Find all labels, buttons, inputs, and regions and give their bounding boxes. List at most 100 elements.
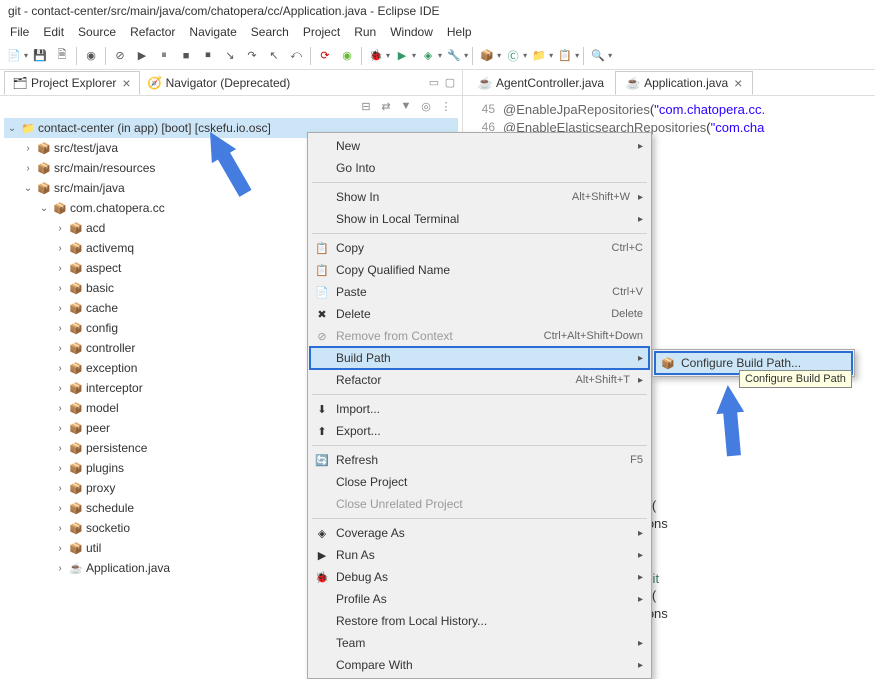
tab-application[interactable]: ☕ Application.java ×	[615, 71, 753, 95]
ctx-import-[interactable]: ⬇Import...	[310, 398, 649, 420]
menu-refactor[interactable]: Refactor	[124, 23, 181, 41]
relaunch-icon[interactable]: ⟳	[315, 46, 335, 66]
menu-source[interactable]: Source	[72, 23, 122, 41]
menu-edit[interactable]: Edit	[37, 23, 70, 41]
ctx-refactor[interactable]: RefactorAlt+Shift+T▸	[310, 369, 649, 391]
chevron-icon[interactable]: ›	[52, 443, 68, 454]
ctx-profile-as[interactable]: Profile As▸	[310, 588, 649, 610]
maximize-icon[interactable]: ▢	[442, 75, 458, 91]
skip-bp-icon[interactable]: ⊘	[110, 46, 130, 66]
save-all-icon[interactable]: 🗎	[52, 46, 72, 66]
stop-icon[interactable]: ■	[176, 46, 196, 66]
pkg-icon: 📦	[68, 321, 84, 335]
close-icon[interactable]: ×	[122, 75, 130, 91]
step-into-icon[interactable]: ↘	[220, 46, 240, 66]
main-toolbar: 📄▾ 💾 🗎 ◉ ⊘ ▶ ⏸ ■ ⏹ ↘ ↷ ↖ ⤺ ⟳ ◉ 🐞▾ ▶▾ ◈▾ …	[0, 42, 875, 70]
coverage-icon[interactable]: ◈	[418, 46, 438, 66]
ctx-close-project[interactable]: Close Project	[310, 471, 649, 493]
ctx-restore-from-local-history-[interactable]: Restore from Local History...	[310, 610, 649, 632]
run-icon[interactable]: ▶	[392, 46, 412, 66]
ctx-debug-as[interactable]: 🐞Debug As▸	[310, 566, 649, 588]
navigator-icon: 🧭	[148, 76, 162, 90]
chevron-icon[interactable]: ›	[52, 303, 68, 314]
drop-frame-icon[interactable]: ⤺	[286, 46, 306, 66]
resume-icon[interactable]: ▶	[132, 46, 152, 66]
new-class-icon[interactable]: Ⓒ	[503, 46, 523, 66]
ctx-team[interactable]: Team▸	[310, 632, 649, 654]
pause-icon[interactable]: ⏸	[154, 46, 174, 66]
tab-navigator[interactable]: 🧭 Navigator (Deprecated)	[140, 73, 299, 93]
java-icon: ☕	[68, 561, 84, 575]
chevron-icon[interactable]: ›	[52, 263, 68, 274]
ctx-refresh[interactable]: 🔄RefreshF5	[310, 449, 649, 471]
step-return-icon[interactable]: ↖	[264, 46, 284, 66]
chevron-icon[interactable]: ›	[52, 523, 68, 534]
ctx-coverage-as[interactable]: ◈Coverage As▸	[310, 522, 649, 544]
tab-project-explorer[interactable]: 🗂 Project Explorer ×	[4, 71, 140, 95]
ctx-compare-with[interactable]: Compare With▸	[310, 654, 649, 676]
step-over-icon[interactable]: ↷	[242, 46, 262, 66]
chevron-icon[interactable]: ›	[20, 143, 36, 154]
disconnect-icon[interactable]: ⏹	[198, 46, 218, 66]
ctx-copy-qualified-name[interactable]: 📋Copy Qualified Name	[310, 259, 649, 281]
search-icon[interactable]: 🔍	[588, 46, 608, 66]
menu-run[interactable]: Run	[348, 23, 382, 41]
ext-tools-icon[interactable]: 🔧	[444, 46, 464, 66]
new-folder-icon[interactable]: 📁	[529, 46, 549, 66]
chevron-right-icon: ▸	[638, 660, 643, 671]
chevron-right-icon: ▸	[638, 528, 643, 539]
chevron-icon[interactable]: ⌄	[20, 183, 36, 194]
focus-icon[interactable]: ◎	[418, 98, 434, 114]
menu-file[interactable]: File	[4, 23, 35, 41]
ctx-copy[interactable]: 📋CopyCtrl+C	[310, 237, 649, 259]
chevron-icon[interactable]: ›	[52, 243, 68, 254]
chevron-icon[interactable]: ›	[52, 423, 68, 434]
open-type-icon[interactable]: ◉	[81, 46, 101, 66]
menu-window[interactable]: Window	[384, 23, 439, 41]
open-task-icon[interactable]: 📋	[555, 46, 575, 66]
link-editor-icon[interactable]: ⇄	[378, 98, 394, 114]
chevron-icon[interactable]: ›	[52, 503, 68, 514]
chevron-icon[interactable]: ›	[52, 563, 68, 574]
ctx-export-[interactable]: ⬆Export...	[310, 420, 649, 442]
ctx-delete[interactable]: ✖DeleteDelete	[310, 303, 649, 325]
ctx-go-into[interactable]: Go Into	[310, 157, 649, 179]
chevron-icon[interactable]: ›	[52, 463, 68, 474]
chevron-icon[interactable]: ›	[52, 343, 68, 354]
chevron-icon[interactable]: ⌄	[36, 203, 52, 214]
collapse-all-icon[interactable]: ⊟	[358, 98, 374, 114]
menu-help[interactable]: Help	[441, 23, 478, 41]
chevron-icon[interactable]: ›	[52, 323, 68, 334]
new-pkg-icon[interactable]: 📦	[477, 46, 497, 66]
menu-search[interactable]: Search	[245, 23, 295, 41]
chevron-icon[interactable]: ›	[52, 543, 68, 554]
save-icon[interactable]: 💾	[30, 46, 50, 66]
menu-project[interactable]: Project	[297, 23, 346, 41]
chevron-icon[interactable]: ›	[52, 223, 68, 234]
ctx-new[interactable]: New▸	[310, 135, 649, 157]
chevron-icon[interactable]: ›	[52, 363, 68, 374]
chevron-icon[interactable]: ›	[52, 403, 68, 414]
tab-agent-controller[interactable]: ☕ AgentController.java	[467, 72, 615, 94]
menu-navigate[interactable]: Navigate	[183, 23, 242, 41]
minimize-icon[interactable]: ▭	[426, 75, 442, 91]
chevron-right-icon: ▸	[638, 594, 643, 605]
boot-dash-icon[interactable]: ◉	[337, 46, 357, 66]
ctx-run-as[interactable]: ▶Run As▸	[310, 544, 649, 566]
ctx-item-icon: 🐞	[314, 569, 330, 585]
pkg-icon: 📦	[68, 521, 84, 535]
chevron-icon[interactable]: ›	[52, 483, 68, 494]
chevron-icon[interactable]: ›	[20, 163, 36, 174]
ctx-build-path[interactable]: Build Path▸	[309, 346, 650, 370]
filter-icon[interactable]: ▼	[398, 98, 414, 114]
chevron-icon[interactable]: ›	[52, 383, 68, 394]
debug-icon[interactable]: 🐞	[366, 46, 386, 66]
ctx-paste[interactable]: 📄PasteCtrl+V	[310, 281, 649, 303]
new-icon[interactable]: 📄	[4, 46, 24, 66]
chevron-down-icon[interactable]: ⌄	[4, 123, 20, 134]
view-menu-icon[interactable]: ⋮	[438, 98, 454, 114]
chevron-icon[interactable]: ›	[52, 283, 68, 294]
ctx-show-in-local-terminal[interactable]: Show in Local Terminal▸	[310, 208, 649, 230]
ctx-show-in[interactable]: Show InAlt+Shift+W▸	[310, 186, 649, 208]
close-icon[interactable]: ×	[734, 75, 742, 91]
